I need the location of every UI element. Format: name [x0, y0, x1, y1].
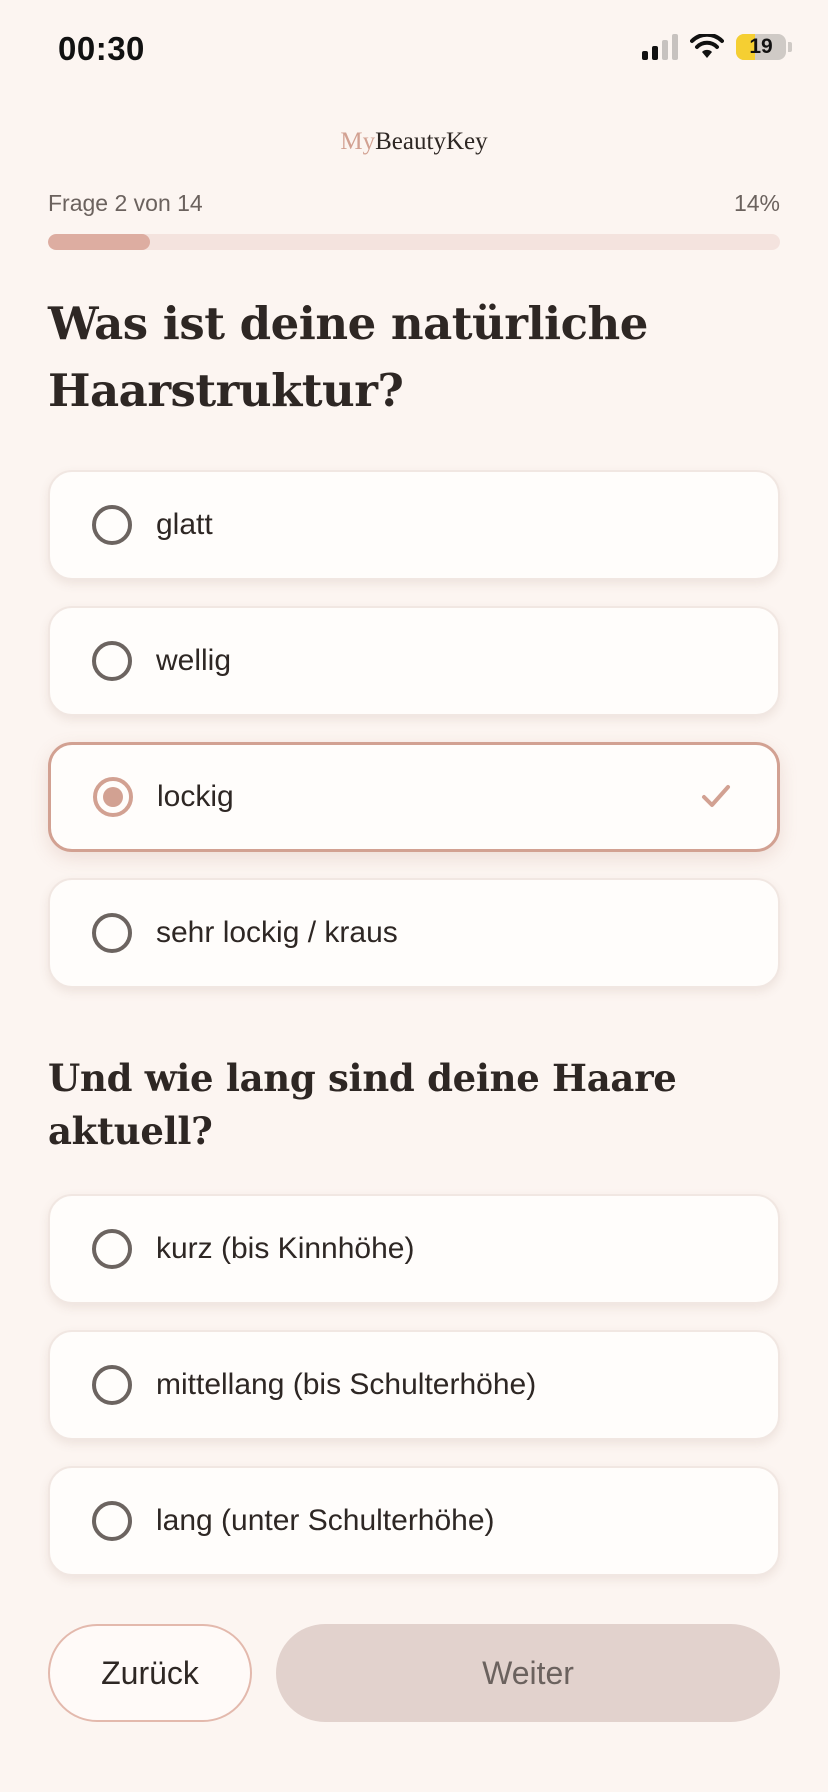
- radio-selected-icon: [93, 777, 133, 817]
- battery-level: 19: [749, 35, 773, 58]
- radio-icon: [92, 641, 132, 681]
- option-sehr-lockig[interactable]: sehr lockig / kraus: [48, 878, 780, 988]
- option-lang[interactable]: lang (unter Schulterhöhe): [48, 1466, 780, 1576]
- next-button[interactable]: Weiter: [276, 1624, 780, 1722]
- question-title-length: Und wie lang sind deine Haare aktuell?: [48, 1056, 677, 1153]
- radio-icon: [92, 1365, 132, 1405]
- question-title: Was ist deine natürliche Haarstruktur?: [48, 297, 648, 417]
- radio-icon: [92, 913, 132, 953]
- status-time: 00:30: [58, 30, 145, 67]
- option-mittellang[interactable]: mittellang (bis Schulterhöhe): [48, 1330, 780, 1440]
- option-label: wellig: [156, 644, 232, 677]
- progress-bar: [48, 234, 780, 250]
- progress-label: Frage 2 von 14: [48, 190, 203, 216]
- bottom-action-bar: Zurück Weiter: [0, 1598, 828, 1792]
- signal-icon: [642, 34, 678, 60]
- brand-logo: MyBeautyKey: [340, 128, 488, 155]
- radio-icon: [92, 505, 132, 545]
- option-glatt[interactable]: glatt: [48, 470, 780, 580]
- checkmark-icon: [702, 785, 730, 807]
- option-label: kurz (bis Kinnhöhe): [156, 1232, 415, 1265]
- hair-length-options: kurz (bis Kinnhöhe) mittellang (bis Schu…: [48, 1194, 780, 1602]
- option-label: mittellang (bis Schulterhöhe): [156, 1368, 537, 1401]
- quiz-screen: 00:30 19 MyBeautyKey Frage 2 von 14 14%: [0, 0, 828, 1792]
- option-wellig[interactable]: wellig: [48, 606, 780, 716]
- option-label: glatt: [156, 508, 213, 541]
- progress-percent: 14%: [733, 190, 780, 216]
- progress-fill: [48, 234, 151, 250]
- option-kurz[interactable]: kurz (bis Kinnhöhe): [48, 1194, 780, 1304]
- radio-icon: [92, 1501, 132, 1541]
- option-label: sehr lockig / kraus: [156, 916, 398, 949]
- battery-icon: 19: [736, 34, 786, 60]
- option-label: lockig: [157, 780, 234, 813]
- hair-structure-options: glatt wellig lockig sehr lockig / kraus: [48, 470, 780, 1014]
- status-icons: 19: [642, 34, 792, 60]
- option-lockig[interactable]: lockig: [48, 742, 780, 852]
- back-button[interactable]: Zurück: [48, 1624, 252, 1722]
- radio-icon: [92, 1229, 132, 1269]
- option-label: lang (unter Schulterhöhe): [156, 1504, 495, 1537]
- status-bar: 00:30 19: [0, 0, 828, 100]
- wifi-icon: [690, 34, 724, 58]
